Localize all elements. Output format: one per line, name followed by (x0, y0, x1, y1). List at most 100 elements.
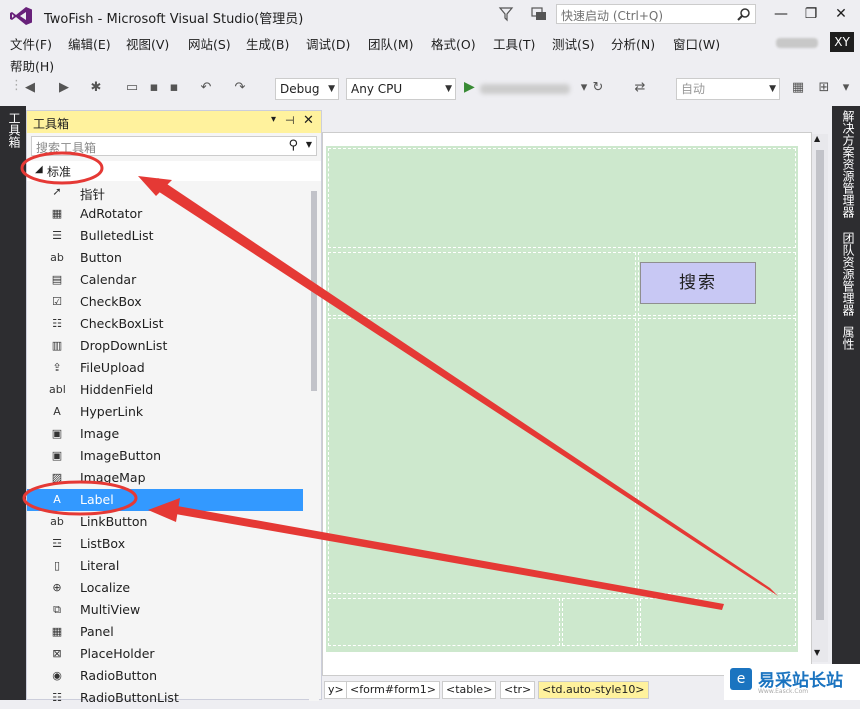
toolbox-search-input[interactable]: 搜索工具箱 ⚲ ▼ (31, 136, 317, 156)
layout-icon[interactable]: ▦ (790, 80, 806, 96)
toolbox-item-label[interactable]: A Label (27, 489, 303, 511)
image-icon: ▣ (51, 427, 63, 440)
toolbox-item-calendar[interactable]: ▤ Calendar (27, 269, 303, 291)
menu-view[interactable]: 视图(V) (126, 34, 169, 53)
toolbox-item-hyperlink[interactable]: A HyperLink (27, 401, 303, 423)
position-icon[interactable]: ⊞ (816, 80, 832, 96)
toolbox-item-checkboxlist[interactable]: ☷ CheckBoxList (27, 313, 303, 335)
close-icon[interactable]: ✕ (303, 113, 314, 128)
toolbox-item-localize[interactable]: ⊕ Localize (27, 577, 303, 599)
menu-format[interactable]: 格式(O) (431, 34, 476, 53)
design-table[interactable] (326, 146, 798, 652)
toolbox-dock-tab[interactable]: 工具箱 (6, 112, 21, 148)
toolbox-item-radiobuttonlist[interactable]: ☷ RadioButtonList (27, 687, 303, 709)
table-cell[interactable] (328, 598, 560, 646)
chevron-down-icon: ▼ (328, 84, 335, 94)
breadcrumb-form[interactable]: <form#form1> (346, 681, 440, 699)
forward-icon[interactable]: ▶ (56, 80, 72, 96)
toolbox-item-multiview[interactable]: ⧉ MultiView (27, 599, 303, 621)
design-scrollbar-thumb[interactable] (816, 150, 824, 620)
toolbox-item-linkbutton[interactable]: ab LinkButton (27, 511, 303, 533)
toolbox-item-fileupload[interactable]: ⇪ FileUpload (27, 357, 303, 379)
toolbar-overflow-icon[interactable]: ▾ (838, 80, 854, 96)
menu-team[interactable]: 团队(M) (368, 34, 414, 53)
menu-tools[interactable]: 工具(T) (493, 34, 535, 53)
solution-configuration-select[interactable]: Debug ▼ (275, 78, 339, 100)
scroll-up-icon[interactable]: ▲ (814, 134, 820, 143)
table-cell[interactable] (328, 318, 636, 594)
toolbox-item-imagebutton[interactable]: ▣ ImageButton (27, 445, 303, 467)
restore-button[interactable]: ❐ (800, 4, 822, 24)
toolbox-item-指针[interactable]: ➚ 指针 (27, 181, 303, 203)
table-cell[interactable] (328, 252, 636, 316)
search-button[interactable]: 搜索 (640, 262, 756, 304)
new-project-icon[interactable]: ✱ (88, 80, 104, 96)
start-debugging-icon[interactable]: ▶ (464, 79, 475, 95)
toolbox-category-standard[interactable]: ◢ 标准 (27, 161, 321, 181)
browser-link-icon[interactable]: ⇄ (632, 80, 648, 96)
toolbox-item-label: LinkButton (80, 514, 148, 529)
breadcrumb-td[interactable]: <td.auto-style10> (538, 681, 649, 699)
undo-icon[interactable]: ↶ (198, 80, 214, 96)
toolbox-item-label: ImageButton (80, 448, 162, 463)
solution-platform-select[interactable]: Any CPU ▼ (346, 78, 456, 100)
close-button[interactable]: ✕ (830, 4, 852, 24)
table-cell[interactable] (562, 598, 638, 646)
feedback-filter-icon[interactable] (498, 6, 514, 22)
back-icon[interactable]: ◀ (22, 80, 38, 96)
properties-tab[interactable]: 属性 (838, 326, 855, 350)
toolbox-item-label: BulletedList (80, 228, 154, 243)
toolbox-item-adrotator[interactable]: ▦ AdRotator (27, 203, 303, 225)
notifications-icon[interactable] (530, 6, 548, 22)
breadcrumb-body[interactable]: y> (324, 681, 348, 699)
menu-test[interactable]: 测试(S) (552, 34, 595, 53)
menu-build[interactable]: 生成(B) (246, 34, 289, 53)
target-select[interactable]: 自动 ▼ (676, 78, 780, 100)
toolbox-item-listbox[interactable]: ☲ ListBox (27, 533, 303, 555)
menu-edit[interactable]: 编辑(E) (68, 34, 111, 53)
table-cell[interactable] (328, 148, 796, 248)
user-name[interactable] (776, 38, 818, 48)
toolbox-scrollbar-thumb[interactable] (311, 191, 317, 391)
menu-website[interactable]: 网站(S) (188, 34, 231, 53)
save-icon[interactable]: ▪ (146, 80, 162, 96)
toolbox-item-dropdownlist[interactable]: ▥ DropDownList (27, 335, 303, 357)
scroll-down-icon[interactable]: ▼ (814, 648, 820, 657)
search-icon[interactable] (737, 7, 751, 21)
toolbox-item-image[interactable]: ▣ Image (27, 423, 303, 445)
pointer-icon: ➚ (52, 185, 62, 198)
table-cell[interactable] (640, 598, 796, 646)
menu-help[interactable]: 帮助(H) (10, 56, 54, 75)
breadcrumb-table[interactable]: <table> (442, 681, 497, 699)
solution-explorer-tab[interactable]: 解决方案资源管理器 (838, 110, 855, 218)
toolbox-item-radiobutton[interactable]: ◉ RadioButton (27, 665, 303, 687)
menu-window[interactable]: 窗口(W) (673, 34, 720, 53)
auto-hide-icon[interactable]: ⊣ (285, 114, 295, 127)
toolbox-item-panel[interactable]: ▦ Panel (27, 621, 303, 643)
run-target-label[interactable] (480, 84, 570, 94)
minimize-button[interactable]: — (770, 4, 792, 24)
toolbox-item-button[interactable]: ab Button (27, 247, 303, 269)
save-all-icon[interactable]: ▪ (166, 80, 182, 96)
window-position-icon[interactable]: ▾ (271, 114, 276, 125)
quick-launch-input[interactable]: 快速启动 (Ctrl+Q) (556, 4, 756, 24)
avatar[interactable]: XY (830, 32, 854, 52)
toolbox-item-bulletedlist[interactable]: ☰ BulletedList (27, 225, 303, 247)
table-cell[interactable] (638, 318, 796, 594)
breadcrumb-tr[interactable]: <tr> (500, 681, 536, 699)
toolbox-item-placeholder[interactable]: ⊠ PlaceHolder (27, 643, 303, 665)
toolbox-item-hiddenfield[interactable]: abl HiddenField (27, 379, 303, 401)
toolbox-item-imagemap[interactable]: ▨ ImageMap (27, 467, 303, 489)
toolbox-item-checkbox[interactable]: ☑ CheckBox (27, 291, 303, 313)
toolbox-item-literal[interactable]: ▯ Literal (27, 555, 303, 577)
redo-icon[interactable]: ↷ (232, 80, 248, 96)
chevron-down-icon[interactable]: ▼ (306, 140, 312, 149)
search-icon[interactable]: ⚲ (288, 138, 298, 153)
menu-debug[interactable]: 调试(D) (306, 34, 350, 53)
open-file-icon[interactable]: ▭ (124, 80, 140, 96)
refresh-icon[interactable]: ↻ (590, 80, 606, 96)
menu-analyze[interactable]: 分析(N) (611, 34, 655, 53)
team-explorer-tab[interactable]: 团队资源管理器 (838, 232, 855, 316)
collapse-triangle-icon[interactable]: ◢ (35, 164, 43, 175)
menu-file[interactable]: 文件(F) (10, 34, 52, 53)
